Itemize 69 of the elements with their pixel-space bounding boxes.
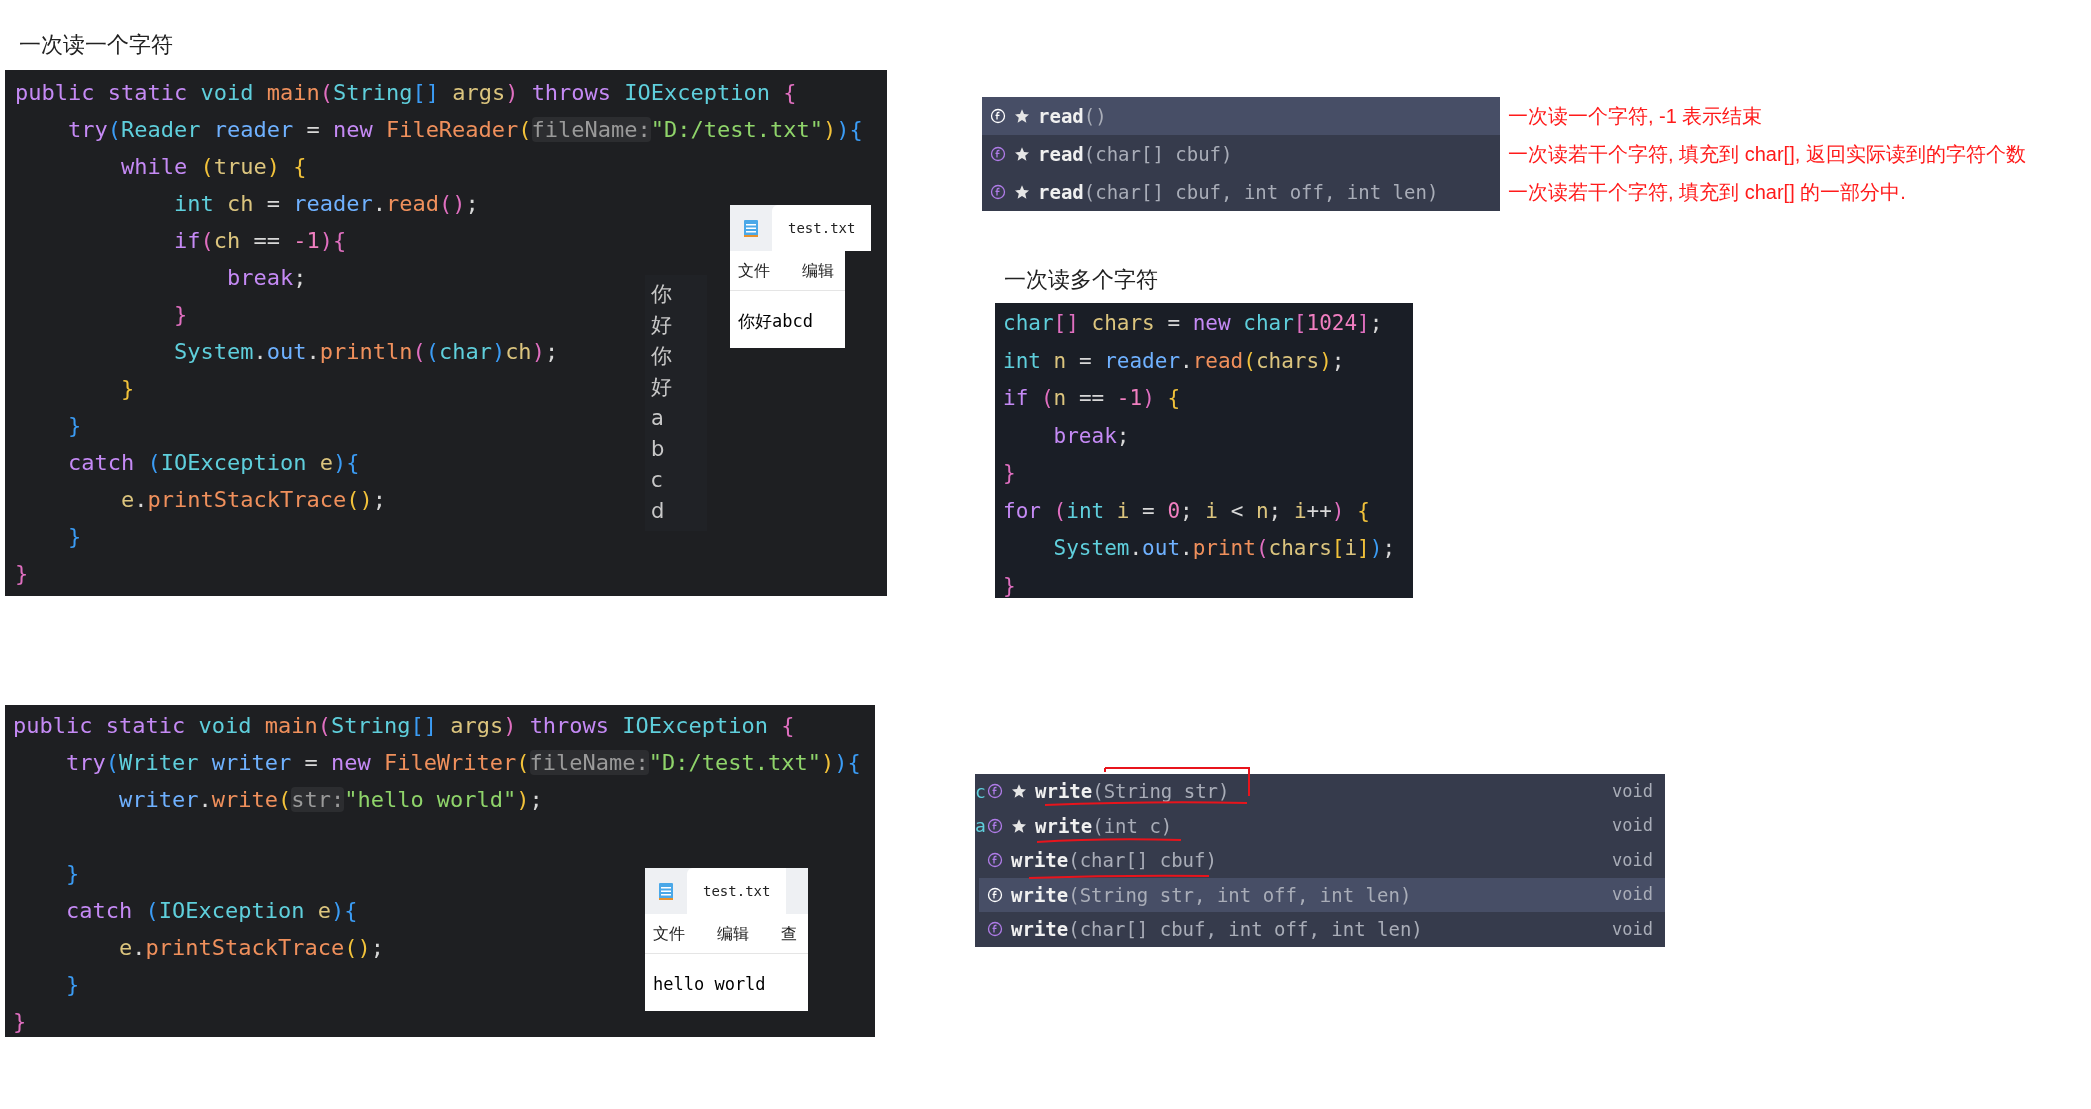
menu-item[interactable]: 查 [781,921,797,946]
code-line: int n = reader.read(chars); [1003,348,1345,373]
annotation-note: 一次读若干个字符, 填充到 char[], 返回实际读到的字符个数 [1508,142,2026,167]
completion-item[interactable]: write(String str, int off, int len) void [979,877,1665,912]
code-line: System.out.println((char)ch); [172,339,559,364]
output-line: b [651,436,665,463]
completion-item[interactable]: read() [982,97,1500,135]
code-line: } [66,413,82,438]
code-line: try(Writer writer = new FileWriter(fileName:"D:/test.txt")){ [64,750,861,775]
file-tab[interactable]: test.txt [687,868,787,914]
code-line: e.printStackTrace(); [119,487,386,512]
code-line: if(ch == -1){ [172,228,347,253]
code-line: int ch = reader.read(); [172,191,479,216]
code-line: } [15,561,29,586]
menu-item[interactable]: 编辑 [802,258,834,283]
notepad-icon [742,218,760,238]
method-icon [990,184,1006,200]
method-icon [987,783,1003,800]
code-line: for (int i = 0; i < n; i++) { [1003,498,1370,523]
annotation-note: 一次读若干个字符, 填充到 char[] 的一部分中. [1508,180,1907,205]
star-icon [1014,184,1030,200]
star-icon [1014,108,1030,124]
output-line: 你 [651,343,672,370]
menu-item[interactable]: 文件 [653,921,685,946]
code-line: System.out.print(chars[i]); [1052,536,1396,560]
code-line: break; [1052,423,1130,448]
code-line: e.printStackTrace(); [117,935,384,960]
code-line: } [64,972,80,997]
code-line: } [64,861,80,886]
menu-item[interactable]: 文件 [738,258,770,283]
code-line: while (true) { [119,154,307,179]
code-line: try(Reader reader = new FileReader(fileName:"D:/test.txt")){ [66,117,863,142]
output-line: 你 [651,281,672,308]
star-icon [1014,146,1030,162]
method-icon [987,886,1003,903]
file-content: hello world [653,974,766,994]
section-heading: 一次读多个字符 [1004,265,1158,294]
method-icon [990,108,1006,124]
code-line: } [119,376,135,401]
annotation-note: 一次读一个字符, -1 表示结束 [1508,104,1764,129]
method-icon [987,817,1003,834]
output-line: d [651,498,665,525]
code-line: char[] chars = new char[1024]; [1003,311,1383,335]
code-line: } [172,302,188,327]
section-heading: 一次读一个字符 [19,30,173,59]
code-line: catch (IOException e){ [64,898,358,923]
code-line: break; [225,265,307,290]
code-line: } [1003,573,1016,598]
output-line: 好 [651,374,672,401]
output-line: c [651,467,663,494]
file-tab[interactable]: test.txt [772,205,872,251]
code-line: public static void main(String[] args) throws IOException { [13,713,795,738]
code-line: } [1003,461,1016,485]
notepad-icon [657,881,675,901]
menu-item[interactable]: 编辑 [717,921,749,946]
code-line: public static void main(String[] args) throws IOException { [15,80,797,105]
file-content: 你好abcd [738,311,813,331]
code-line: if (n == -1) { [1003,386,1181,410]
code-line: } [13,1009,27,1034]
method-icon [990,146,1006,162]
output-line: 好 [651,312,672,339]
star-icon [1011,783,1027,800]
method-icon [987,921,1003,938]
code-line: catch (IOException e){ [66,450,360,475]
output-line: a [651,405,664,432]
star-icon [1011,817,1027,834]
method-icon [987,852,1003,869]
code-line: } [66,524,82,549]
code-line: writer.write(str:"hello world"); [117,787,543,812]
